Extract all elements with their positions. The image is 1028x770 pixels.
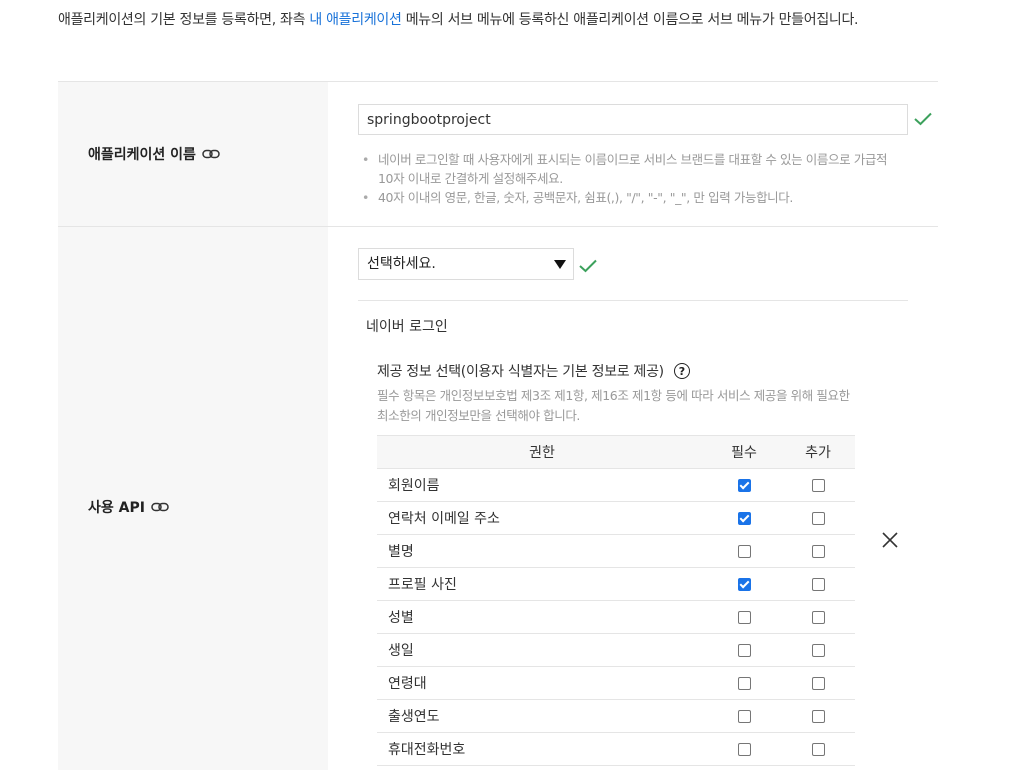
intro-text-after: 메뉴의 서브 메뉴에 등록하신 애플리케이션 이름으로 서브 메뉴가 만들어집니…: [401, 12, 859, 28]
table-row: 회원이름: [377, 468, 855, 502]
permission-table-body: 회원이름 연락처 이메일 주소 별명 프로필 사진 성별 생일 연령대 출생연도 휴대전화번호: [377, 468, 855, 766]
extra-cell: [781, 468, 855, 502]
permission-name: 출생연도: [377, 699, 707, 733]
api-cell: 선택하세요. 네이버 로그인 제공 정보 선택(이용자 식별자는 기본 정보로 …: [328, 227, 938, 770]
help-icon[interactable]: ?: [673, 363, 690, 379]
table-row: 프로필 사진: [377, 567, 855, 601]
table-row: 휴대전화번호: [377, 732, 855, 766]
api-select[interactable]: 선택하세요.: [358, 248, 574, 280]
table-row: 출생연도: [377, 699, 855, 733]
required-checkbox[interactable]: [737, 742, 751, 756]
extra-cell: [781, 600, 855, 634]
extra-checkbox[interactable]: [811, 511, 825, 525]
permission-name: 성별: [377, 600, 707, 634]
required-checkbox[interactable]: [737, 709, 751, 723]
registration-form: 애플리케이션 이름 네이버 로그인할 때 사용자에게 표시되는 이름이므로 서비…: [58, 81, 938, 770]
required-cell: [707, 633, 781, 667]
extra-cell: [781, 732, 855, 766]
hint-item: 40자 이내의 영문, 한글, 숫자, 공백문자, 쉼표(,), "/", "-…: [362, 188, 902, 207]
permission-name: 프로필 사진: [377, 567, 707, 601]
extra-cell: [781, 699, 855, 733]
extra-cell: [781, 633, 855, 667]
app-name-header: 애플리케이션 이름: [58, 82, 328, 226]
provide-info-title-text: 제공 정보 선택(이용자 식별자는 기본 정보로 제공): [377, 364, 664, 380]
extra-cell: [781, 501, 855, 535]
required-checkbox[interactable]: [737, 511, 751, 525]
extra-cell: [781, 666, 855, 700]
api-label: 사용 API: [88, 500, 145, 516]
extra-cell: [781, 567, 855, 601]
extra-checkbox[interactable]: [811, 544, 825, 558]
valid-check-icon: [914, 112, 932, 126]
required-checkbox[interactable]: [737, 544, 751, 558]
my-applications-link[interactable]: 내 애플리케이션: [309, 12, 402, 28]
api-name: 네이버 로그인: [366, 319, 448, 335]
divider: [358, 300, 908, 301]
table-row: 별명: [377, 534, 855, 568]
api-row: 사용 API 선택하세요. 네이버 로그인 제공 정보 선택(이용자 식별자는 …: [58, 227, 938, 770]
table-row: 생일: [377, 633, 855, 667]
required-cell: [707, 468, 781, 502]
required-cell: [707, 699, 781, 733]
permission-name: 휴대전화번호: [377, 732, 707, 766]
required-checkbox[interactable]: [737, 610, 751, 624]
api-select-value: 선택하세요.: [367, 256, 436, 272]
valid-check-icon: [579, 259, 597, 273]
column-header-extra: 추가: [781, 435, 855, 469]
required-checkbox[interactable]: [737, 643, 751, 657]
app-name-row: 애플리케이션 이름 네이버 로그인할 때 사용자에게 표시되는 이름이므로 서비…: [58, 82, 938, 227]
extra-cell: [781, 534, 855, 568]
provide-info-title: 제공 정보 선택(이용자 식별자는 기본 정보로 제공) ?: [377, 361, 690, 381]
api-header: 사용 API: [58, 227, 328, 770]
extra-checkbox[interactable]: [811, 676, 825, 690]
table-row: 연령대: [377, 666, 855, 700]
intro-text-before: 애플리케이션의 기본 정보를 등록하면, 좌측: [58, 12, 310, 28]
app-name-cell: 네이버 로그인할 때 사용자에게 표시되는 이름이므로 서비스 브랜드를 대표할…: [328, 82, 938, 226]
intro-text: 애플리케이션의 기본 정보를 등록하면, 좌측 내 애플리케이션 메뉴의 서브 …: [58, 6, 938, 34]
app-name-hints: 네이버 로그인할 때 사용자에게 표시되는 이름이므로 서비스 브랜드를 대표할…: [362, 150, 902, 207]
dropdown-arrow-icon: [554, 260, 566, 269]
permission-name: 별명: [377, 534, 707, 568]
close-icon[interactable]: [881, 531, 899, 549]
required-cell: [707, 600, 781, 634]
table-row: 연락처 이메일 주소: [377, 501, 855, 535]
app-name-input[interactable]: [358, 104, 908, 135]
table-row: 성별: [377, 600, 855, 634]
hint-item: 네이버 로그인할 때 사용자에게 표시되는 이름이므로 서비스 브랜드를 대표할…: [362, 150, 902, 188]
permission-name: 연령대: [377, 666, 707, 700]
required-checkbox[interactable]: [737, 577, 751, 591]
extra-checkbox[interactable]: [811, 577, 825, 591]
app-name-label: 애플리케이션 이름: [88, 147, 196, 163]
required-cell: [707, 666, 781, 700]
permission-name: 회원이름: [377, 468, 707, 502]
permission-name: 생일: [377, 633, 707, 667]
permission-table: 권한 필수 추가 회원이름 연락처 이메일 주소 별명 프로필 사진 성별 생일 연령대 출생…: [377, 435, 855, 766]
extra-checkbox[interactable]: [811, 742, 825, 756]
required-checkbox[interactable]: [737, 478, 751, 492]
required-cell: [707, 534, 781, 568]
permission-table-header: 권한 필수 추가: [377, 435, 855, 469]
column-header-permission: 권한: [377, 435, 707, 469]
permission-name: 연락처 이메일 주소: [377, 501, 707, 535]
extra-checkbox[interactable]: [811, 709, 825, 723]
link-icon: [202, 149, 220, 159]
required-cell: [707, 732, 781, 766]
extra-checkbox[interactable]: [811, 478, 825, 492]
provide-info-description: 필수 항목은 개인정보보호법 제3조 제1항, 제16조 제1항 등에 따라 서…: [377, 388, 850, 423]
column-header-required: 필수: [707, 435, 781, 469]
required-cell: [707, 567, 781, 601]
extra-checkbox[interactable]: [811, 643, 825, 657]
required-checkbox[interactable]: [737, 676, 751, 690]
link-icon: [151, 502, 169, 512]
required-cell: [707, 501, 781, 535]
extra-checkbox[interactable]: [811, 610, 825, 624]
